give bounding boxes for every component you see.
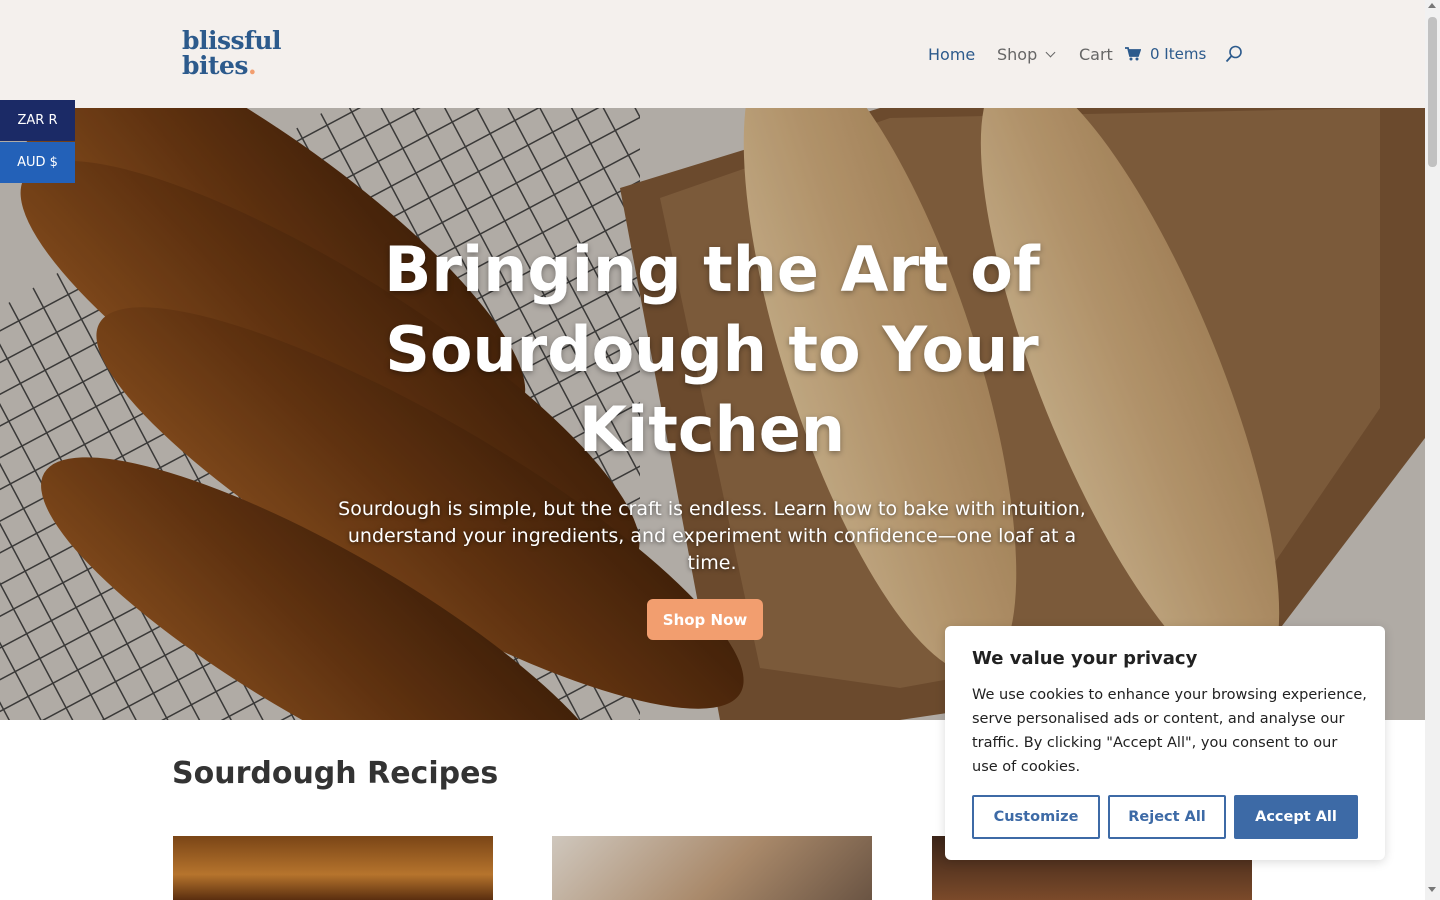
hero-subtitle: Sourdough is simple, but the craft is en… [338,498,1086,574]
accept-all-button[interactable]: Accept All [1234,795,1358,839]
cookie-title: We value your privacy [972,648,1198,669]
nav-home[interactable]: Home [928,43,975,65]
reject-all-button[interactable]: Reject All [1108,795,1226,839]
nav-shop-label: Shop [997,44,1038,64]
cookie-text: We use cookies to enhance your browsing … [972,687,1367,775]
currency-aud-button[interactable]: AUD $ [0,142,75,183]
recipe-card-image[interactable] [173,836,493,900]
scrollbar-thumb[interactable] [1428,17,1437,167]
logo-line-1: blissful [182,26,282,55]
shop-now-button[interactable]: Shop Now [647,599,763,640]
hero-title: Bringing the Art of Sourdough to Your Ki… [384,233,1040,466]
nav-cart[interactable]: Cart [1079,43,1113,65]
nav-shop[interactable]: Shop [997,43,1056,65]
currency-zar-button[interactable]: ZAR R [0,100,75,141]
recipe-card-image[interactable] [552,836,872,900]
recipes-heading: Sourdough Recipes [172,756,499,791]
scroll-up-arrow-icon[interactable] [1428,3,1436,8]
chevron-down-icon [1045,47,1056,57]
customize-button[interactable]: Customize [972,795,1100,839]
logo-line-2: bites. [182,53,292,78]
logo[interactable]: blissful bites. [182,28,292,82]
site-header: blissful bites. Home Shop Cart 0 Items [0,0,1425,108]
scroll-down-arrow-icon[interactable] [1428,887,1436,892]
cart-count[interactable]: 0 Items [1150,45,1206,63]
search-icon[interactable] [1225,45,1243,63]
cart-icon[interactable] [1125,47,1141,61]
logo-dot: . [248,51,257,80]
logo-word: bites [182,51,249,80]
cookie-consent-banner: We value your privacy We use cookies to … [945,626,1385,860]
